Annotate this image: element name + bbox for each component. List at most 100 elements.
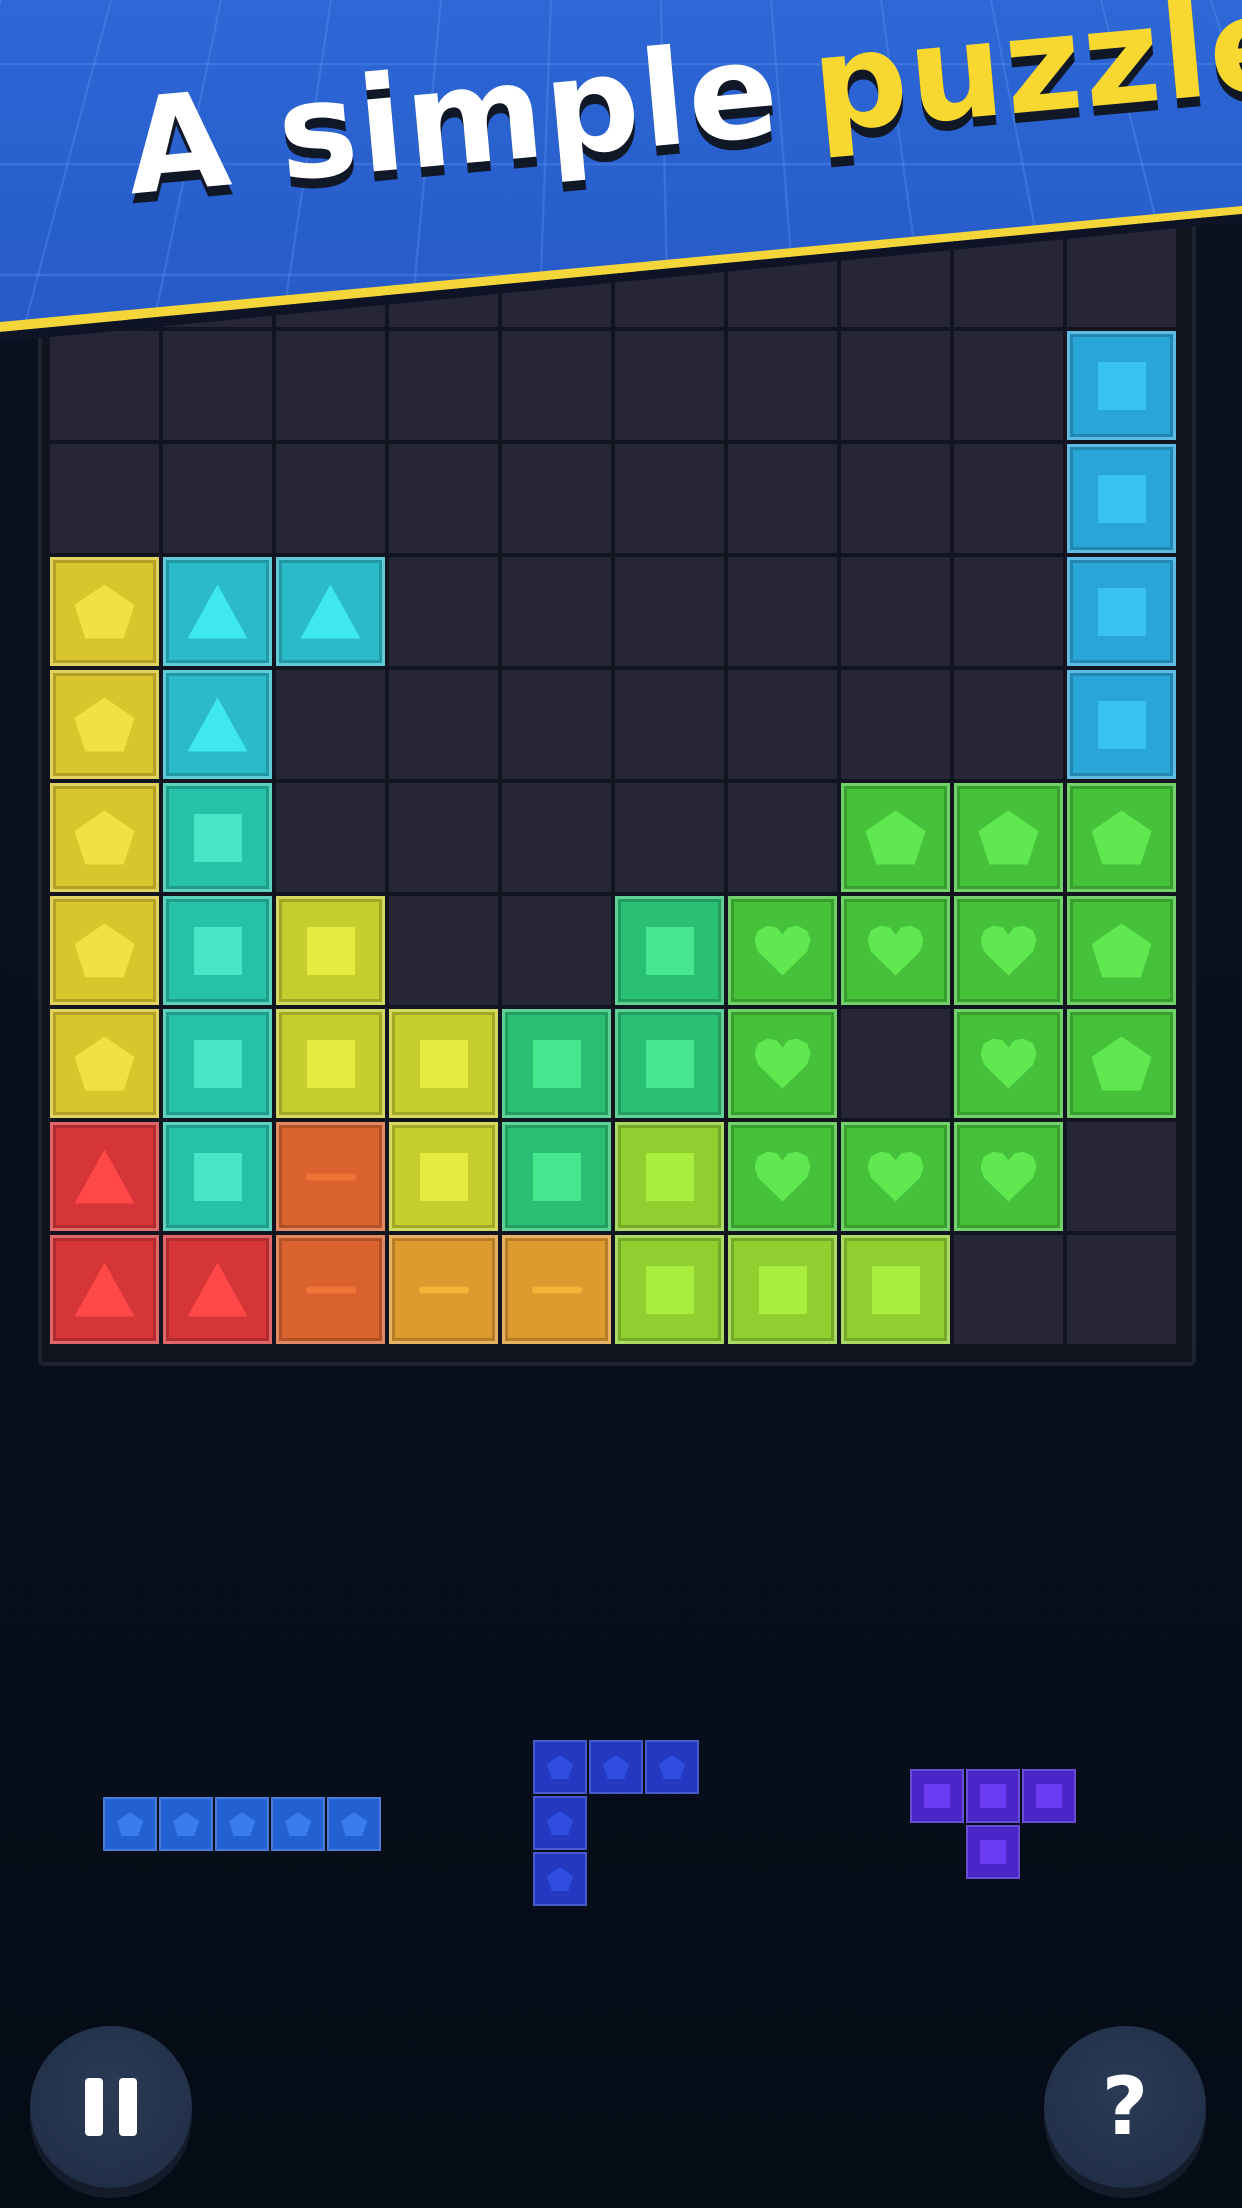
block-green-heart[interactable] [954,1009,1063,1118]
empty-cell[interactable] [1067,1235,1176,1344]
empty-cell[interactable] [841,331,950,440]
pentagon-icon [1091,1036,1152,1091]
empty-cell[interactable] [841,444,950,553]
block-yellow-pentagon[interactable] [50,557,159,666]
empty-cell[interactable] [841,1009,950,1118]
empty-cell[interactable] [954,444,1063,553]
block-green-pentagon[interactable] [841,783,950,892]
empty-cell[interactable] [502,557,611,666]
empty-cell[interactable] [954,1235,1063,1344]
block-lime-square[interactable] [841,1235,950,1344]
empty-cell[interactable] [615,557,724,666]
block-yellow-pentagon[interactable] [50,670,159,779]
block-yellow-pentagon[interactable] [50,783,159,892]
block-green-pentagon[interactable] [1067,783,1176,892]
block-emerald-square[interactable] [615,896,724,1005]
empty-cell[interactable] [728,670,837,779]
empty-cell[interactable] [276,331,385,440]
piece-block [533,1796,587,1850]
empty-cell[interactable] [389,896,498,1005]
block-emerald-square[interactable] [615,1009,724,1118]
pause-button[interactable] [30,2026,192,2188]
block-green-pentagon[interactable] [1067,1009,1176,1118]
heart-icon [980,925,1037,976]
block-green-pentagon[interactable] [954,783,1063,892]
block-red-triangle[interactable] [163,1235,272,1344]
empty-cell[interactable] [954,557,1063,666]
empty-cell[interactable] [615,444,724,553]
block-teal-square[interactable] [163,783,272,892]
empty-cell[interactable] [728,557,837,666]
block-blue-square[interactable] [1067,670,1176,779]
empty-cell[interactable] [502,783,611,892]
empty-cell[interactable] [502,670,611,779]
empty-cell[interactable] [728,444,837,553]
block-green-heart[interactable] [728,1009,837,1118]
block-teal-square[interactable] [163,896,272,1005]
block-cyan-triangle[interactable] [163,557,272,666]
block-green-heart[interactable] [841,1122,950,1231]
block-olive-square[interactable] [389,1122,498,1231]
empty-cell[interactable] [728,783,837,892]
empty-cell[interactable] [728,331,837,440]
empty-cell[interactable] [389,670,498,779]
empty-cell[interactable] [502,896,611,1005]
pentagon-icon [74,923,135,978]
empty-cell[interactable] [954,331,1063,440]
block-teal-square[interactable] [163,1122,272,1231]
square-icon [306,1039,355,1088]
empty-cell[interactable] [841,557,950,666]
block-lime-square[interactable] [615,1122,724,1231]
empty-cell[interactable] [1067,1122,1176,1231]
help-icon: ? [1101,2060,1149,2153]
block-lime-square[interactable] [728,1235,837,1344]
empty-cell[interactable] [954,670,1063,779]
empty-cell[interactable] [50,331,159,440]
block-red-triangle[interactable] [50,1122,159,1231]
empty-cell[interactable] [841,670,950,779]
empty-cell[interactable] [389,331,498,440]
empty-cell[interactable] [389,557,498,666]
block-green-heart[interactable] [954,1122,1063,1231]
block-red-triangle[interactable] [50,1235,159,1344]
block-green-heart[interactable] [728,896,837,1005]
game-board[interactable] [48,216,1178,1346]
empty-cell[interactable] [502,444,611,553]
block-green-heart[interactable] [841,896,950,1005]
block-emerald-square[interactable] [502,1122,611,1231]
empty-cell[interactable] [276,670,385,779]
block-amber-dash[interactable] [502,1235,611,1344]
empty-cell[interactable] [389,444,498,553]
block-green-heart[interactable] [954,896,1063,1005]
empty-cell[interactable] [276,444,385,553]
empty-cell[interactable] [615,331,724,440]
heart-icon [867,925,924,976]
empty-cell[interactable] [615,783,724,892]
empty-cell[interactable] [50,444,159,553]
empty-cell[interactable] [163,331,272,440]
block-lime-square[interactable] [615,1235,724,1344]
block-olive-square[interactable] [276,1009,385,1118]
block-orange-dash[interactable] [276,1235,385,1344]
block-amber-dash[interactable] [389,1235,498,1344]
empty-cell[interactable] [276,783,385,892]
block-teal-square[interactable] [163,1009,272,1118]
block-blue-square[interactable] [1067,444,1176,553]
block-yellow-pentagon[interactable] [50,1009,159,1118]
empty-cell[interactable] [389,783,498,892]
block-green-pentagon[interactable] [1067,896,1176,1005]
empty-cell[interactable] [615,670,724,779]
empty-cell[interactable] [163,444,272,553]
block-yellow-pentagon[interactable] [50,896,159,1005]
block-emerald-square[interactable] [502,1009,611,1118]
block-cyan-triangle[interactable] [276,557,385,666]
empty-cell[interactable] [502,331,611,440]
block-orange-dash[interactable] [276,1122,385,1231]
help-button[interactable]: ? [1044,2026,1206,2188]
block-olive-square[interactable] [389,1009,498,1118]
block-cyan-triangle[interactable] [163,670,272,779]
block-blue-square[interactable] [1067,331,1176,440]
block-olive-square[interactable] [276,896,385,1005]
block-blue-square[interactable] [1067,557,1176,666]
block-green-heart[interactable] [728,1122,837,1231]
